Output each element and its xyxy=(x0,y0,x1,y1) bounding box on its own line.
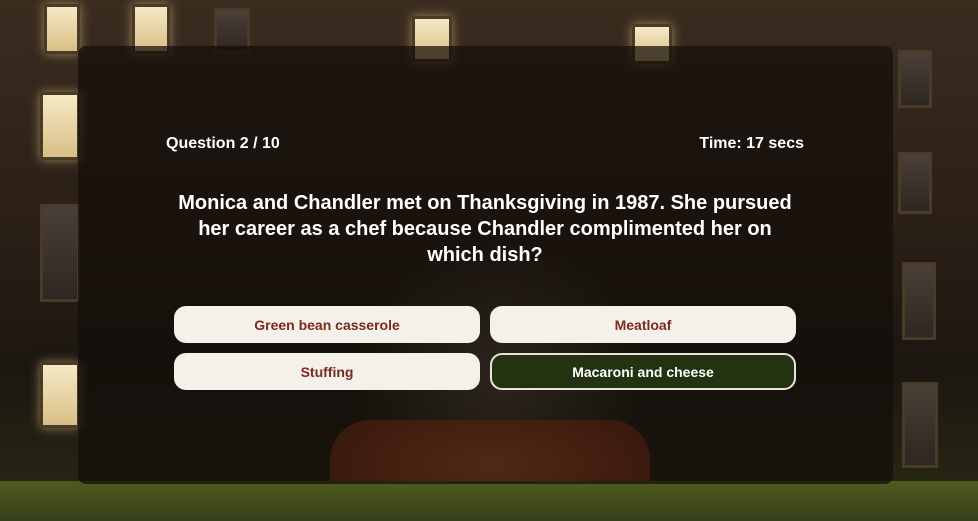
lawn xyxy=(0,481,978,521)
window xyxy=(898,50,932,108)
answer-button[interactable]: Green bean casserole xyxy=(174,306,480,343)
answer-button-selected[interactable]: Macaroni and cheese xyxy=(490,353,796,390)
answer-button[interactable]: Meatloaf xyxy=(490,306,796,343)
timer: Time: 17 secs xyxy=(699,135,804,152)
window xyxy=(898,152,932,214)
answer-grid: Green bean casserole Meatloaf Stuffing M… xyxy=(174,306,796,390)
question-text: Monica and Chandler met on Thanksgiving … xyxy=(178,192,792,266)
window xyxy=(40,204,80,302)
window xyxy=(902,382,938,468)
window xyxy=(40,92,80,160)
question-counter: Question 2 / 10 xyxy=(166,135,280,152)
window xyxy=(44,4,80,54)
window xyxy=(902,262,936,340)
background-scene: Question 2 / 10 Time: 17 secs Monica and… xyxy=(0,0,978,521)
window xyxy=(40,362,80,428)
quiz-header: Question 2 / 10 Time: 17 secs xyxy=(166,135,804,153)
answer-button[interactable]: Stuffing xyxy=(174,353,480,390)
